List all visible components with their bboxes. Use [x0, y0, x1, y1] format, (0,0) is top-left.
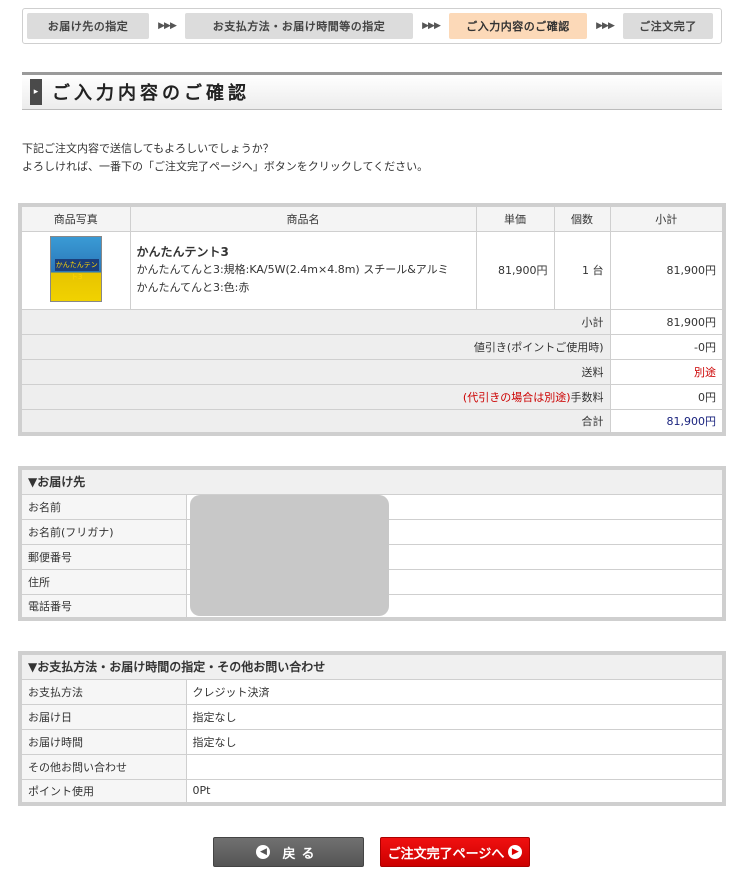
step-arrow-icon: ▶▶▶ [422, 21, 441, 31]
payment-title-row: ▼お支払方法・お届け時間の指定・その他お問い合わせ [19, 652, 725, 680]
delivery-time-label: お届け時間 [19, 728, 187, 755]
product-price: 81,900円 [475, 230, 555, 310]
table-row: お支払方法 クレジット決済 [19, 678, 725, 705]
points-label: ポイント使用 [19, 778, 187, 805]
summary-fee-row: (代引きの場合は別途)手数料 0円 [19, 383, 725, 410]
order-table: 商品写真 商品名 単価 個数 小計 かんたんテント3 かんたんテント3 かんたん… [18, 203, 726, 436]
step-payment-method: お支払方法・お届け時間等の指定 [185, 13, 413, 39]
order-header-row: 商品写真 商品名 単価 個数 小計 [19, 204, 725, 232]
checkout-progress: お届け先の指定 ▶▶▶ お支払方法・お届け時間等の指定 ▶▶▶ ご入力内容のご確… [22, 8, 722, 44]
page-heading: ▸ ご入力内容のご確認 [22, 72, 722, 110]
col-price: 単価 [475, 204, 555, 232]
summary-subtotal-label: 小計 [19, 308, 611, 335]
intro-text: 下記ご注文内容で送信してもよろしいでしょうか？ よろしければ、一番下の「ご注文完… [22, 140, 428, 176]
delivery-name-label: お名前 [19, 493, 187, 520]
arrow-left-icon: ◀ [256, 845, 271, 859]
step-confirm-current: ご入力内容のご確認 [449, 13, 587, 39]
delivery-phone-label: 電話番号 [19, 593, 187, 620]
product-subtotal: 81,900円 [609, 230, 725, 310]
page-title: ご入力内容のご確認 [52, 83, 250, 104]
redaction-mask [190, 495, 389, 616]
summary-fee-label-cell: (代引きの場合は別途)手数料 [19, 383, 611, 410]
summary-subtotal-value: 81,900円 [609, 308, 725, 335]
complete-order-button[interactable]: ご注文完了ページへ ▶ [380, 837, 530, 867]
col-name: 商品名 [129, 204, 477, 232]
step-delivery-address: お届け先の指定 [27, 13, 149, 39]
table-row: その他お問い合わせ [19, 753, 725, 780]
summary-discount-row: 値引き(ポイントご使用時) -0円 [19, 333, 725, 360]
delivery-title-row: ▼お届け先 [19, 467, 725, 495]
payment-table: ▼お支払方法・お届け時間の指定・その他お問い合わせ お支払方法 クレジット決済 お… [18, 651, 726, 806]
table-row: お届け日 指定なし [19, 703, 725, 730]
step-arrow-icon: ▶▶▶ [158, 21, 177, 31]
delivery-zip-label: 郵便番号 [19, 543, 187, 570]
table-row: かんたんテント3 かんたんテント3 かんたんてんと3:規格:KA/5W(2.4m… [19, 230, 725, 310]
col-qty: 個数 [553, 204, 611, 232]
product-qty: 1 台 [553, 230, 611, 310]
product-name: かんたんテント3 [136, 245, 229, 259]
delivery-address-label: 住所 [19, 568, 187, 595]
step-order-complete: ご注文完了 [623, 13, 713, 39]
delivery-time-value: 指定なし [185, 728, 725, 755]
delivery-date-label: お届け日 [19, 703, 187, 730]
intro-line-2: よろしければ、一番下の「ご注文完了ページへ」ボタンをクリックしてください。 [22, 160, 429, 173]
payment-title: ▼お支払方法・お届け時間の指定・その他お問い合わせ [19, 652, 725, 680]
product-spec-color: かんたんてんと3:色:赤 [136, 281, 250, 294]
summary-discount-label: 値引き(ポイントご使用時) [19, 333, 611, 360]
summary-total-value: 81,900円 [609, 408, 725, 435]
product-photo-cell: かんたんテント3 [19, 230, 131, 310]
payment-method-value: クレジット決済 [185, 678, 725, 705]
back-button-label: 戻る [282, 846, 321, 862]
inquiry-value [185, 753, 725, 780]
delivery-date-value: 指定なし [185, 703, 725, 730]
arrow-right-icon: ▶ [508, 845, 523, 859]
back-button[interactable]: ◀ 戻る [213, 837, 364, 867]
points-value: 0Pt [185, 778, 725, 805]
col-photo: 商品写真 [19, 204, 131, 232]
table-row: ポイント使用 0Pt [19, 778, 725, 805]
summary-fee-value: 0円 [609, 383, 725, 410]
step-arrow-icon: ▶▶▶ [596, 21, 615, 31]
summary-shipping-row: 送料 別途 [19, 358, 725, 385]
complete-order-button-label: ご注文完了ページへ [387, 846, 505, 862]
heading-marker-icon: ▸ [30, 79, 42, 105]
delivery-kana-label: お名前(フリガナ) [19, 518, 187, 545]
summary-total-label: 合計 [19, 408, 611, 435]
summary-shipping-label: 送料 [19, 358, 611, 385]
summary-fee-note: (代引きの場合は別途) [462, 390, 571, 404]
summary-total-row: 合計 81,900円 [19, 408, 725, 435]
product-spec-size: かんたんてんと3:規格:KA/5W(2.4m×4.8m) スチール&アルミ [136, 263, 449, 276]
product-image[interactable]: かんたんテント3 [49, 235, 102, 302]
summary-discount-value: -0円 [609, 333, 725, 360]
product-image-caption: かんたんテント3 [54, 258, 99, 281]
intro-line-1: 下記ご注文内容で送信してもよろしいでしょうか？ [22, 142, 274, 155]
product-name-cell: かんたんテント3 かんたんてんと3:規格:KA/5W(2.4m×4.8m) スチ… [129, 230, 477, 310]
table-row: お届け時間 指定なし [19, 728, 725, 755]
inquiry-label: その他お問い合わせ [19, 753, 187, 780]
summary-fee-label: 手数料 [570, 390, 604, 404]
delivery-title: ▼お届け先 [19, 467, 725, 495]
payment-method-label: お支払方法 [19, 678, 187, 705]
summary-subtotal-row: 小計 81,900円 [19, 308, 725, 335]
summary-shipping-value: 別途 [609, 358, 725, 385]
col-subtotal: 小計 [609, 204, 725, 232]
